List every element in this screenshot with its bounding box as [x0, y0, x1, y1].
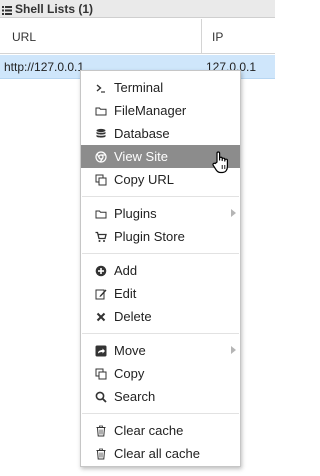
- menu-item-plugins[interactable]: Plugins: [81, 202, 240, 225]
- column-header-url[interactable]: URL: [0, 19, 202, 54]
- menu-item-label: Clear cache: [114, 423, 184, 438]
- menu-item-add[interactable]: Add: [81, 259, 240, 282]
- menu-separator: [82, 333, 239, 334]
- search-icon: [95, 391, 107, 403]
- menu-item-label: View Site: [114, 149, 168, 164]
- menu-item-label: Database: [114, 126, 170, 141]
- list-icon: [2, 4, 12, 15]
- panel-title: Shell Lists (1): [15, 1, 94, 16]
- menu-item-filemanager[interactable]: FileManager: [81, 99, 240, 122]
- hand-cursor-icon: [211, 150, 233, 176]
- edit-icon: [95, 288, 107, 300]
- plus-circle-icon: [95, 265, 107, 277]
- menu-item-search[interactable]: Search: [81, 385, 240, 408]
- x-icon: [95, 311, 107, 323]
- chrome-icon: [95, 150, 107, 163]
- menu-item-label: Copy: [114, 366, 145, 381]
- menu-separator: [82, 196, 239, 197]
- folder-icon: [95, 105, 107, 117]
- folder-icon: [95, 208, 107, 220]
- grid-header: URL IP: [0, 19, 275, 54]
- submenu-arrow-icon: [231, 346, 236, 354]
- trash-icon: [95, 448, 107, 460]
- menu-item-label: Plugins: [114, 206, 157, 221]
- menu-item-label: FileManager: [114, 103, 187, 118]
- cart-icon: [95, 231, 107, 243]
- menu-item-terminal[interactable]: Terminal: [81, 76, 240, 99]
- menu-item-label: Search: [114, 389, 156, 404]
- submenu-arrow-icon: [231, 209, 236, 217]
- menu-item-label: Delete: [114, 309, 152, 324]
- context-menu: Terminal FileManager Database View Site Copy…: [80, 70, 241, 467]
- menu-item-clear-all-cache[interactable]: Clear all cache: [81, 442, 240, 465]
- copy-icon: [95, 174, 107, 186]
- column-header-ip[interactable]: IP: [202, 19, 275, 54]
- share-icon: [95, 345, 107, 357]
- menu-item-database[interactable]: Database: [81, 122, 240, 145]
- panel-header: Shell Lists (1): [0, 0, 275, 18]
- cell-url: http://127.0.0.1: [4, 60, 85, 74]
- menu-item-delete[interactable]: Delete: [81, 305, 240, 328]
- database-icon: [95, 128, 107, 140]
- menu-item-clear-cache[interactable]: Clear cache: [81, 419, 240, 442]
- terminal-icon: [95, 82, 107, 94]
- menu-item-label: Edit: [114, 286, 137, 301]
- menu-item-edit[interactable]: Edit: [81, 282, 240, 305]
- menu-item-label: Add: [114, 263, 138, 278]
- copy-icon: [95, 368, 107, 380]
- menu-item-move[interactable]: Move: [81, 339, 240, 362]
- menu-item-label: Move: [114, 343, 146, 358]
- menu-item-label: Clear all cache: [114, 446, 200, 461]
- trash-icon: [95, 425, 107, 437]
- menu-item-plugin-store[interactable]: Plugin Store: [81, 225, 240, 248]
- menu-item-label: Plugin Store: [114, 229, 185, 244]
- menu-item-copy[interactable]: Copy: [81, 362, 240, 385]
- menu-separator: [82, 253, 239, 254]
- menu-item-label: Copy URL: [114, 172, 174, 187]
- menu-item-label: Terminal: [114, 80, 164, 95]
- menu-separator: [82, 413, 239, 414]
